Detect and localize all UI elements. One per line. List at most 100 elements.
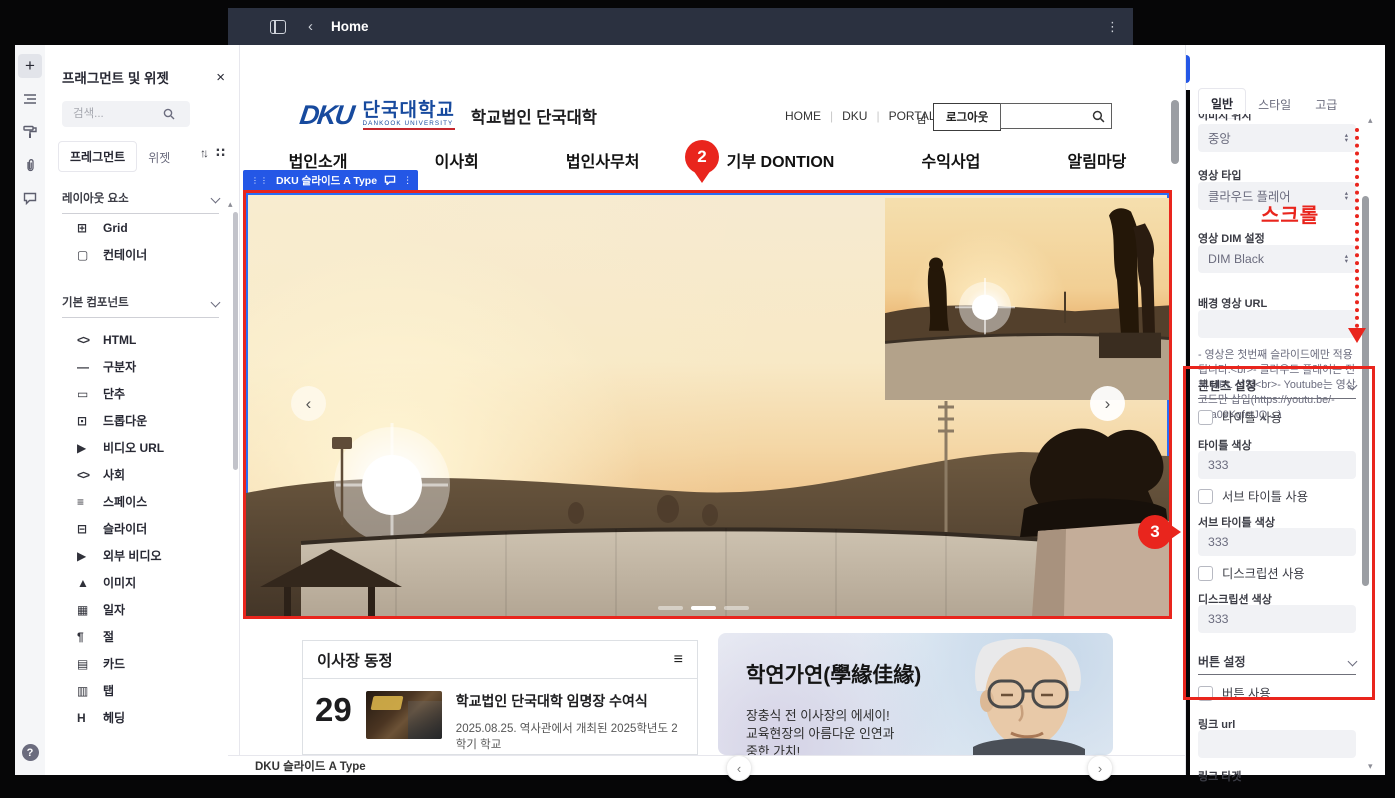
fragment-selection-tag[interactable]: ⋮⋮ DKU 슬라이드 A Type ⋮ [243, 170, 418, 190]
hamburger-icon[interactable]: ≡ [674, 651, 683, 669]
news-headline[interactable]: 학교법인 단국대학 임명장 수여식 [456, 691, 687, 711]
component-item[interactable]: <> 사회 [45, 461, 239, 488]
left-panel-scrollbar[interactable] [233, 212, 238, 470]
pagination-dash-2[interactable] [691, 606, 716, 610]
component-item[interactable]: — 구분자 [45, 353, 239, 380]
scroll-up-indicator[interactable]: ▴ [228, 200, 233, 209]
section-basic-components[interactable]: 기본 컴포넌트 [62, 294, 219, 310]
component-item[interactable]: ¶ 절 [45, 623, 239, 650]
layout-elements-list: ⊞ Grid ▢ 컨테이너 [45, 214, 239, 268]
component-item[interactable]: H 헤딩 [45, 704, 239, 731]
paint-style-icon[interactable] [18, 120, 42, 144]
search-input[interactable] [71, 107, 163, 121]
sort-icon[interactable]: ↑↓ [200, 146, 206, 160]
page-structure-icon[interactable] [18, 87, 42, 111]
slider-next-button[interactable]: › [1090, 386, 1125, 421]
grid-view-icon[interactable]: ∷ [216, 145, 225, 161]
container-icon: ▢ [77, 248, 103, 262]
component-item[interactable]: ▦ 일자 [45, 596, 239, 623]
news-date-day: 29 [315, 691, 352, 729]
stepper-icon: ▴▾ [1345, 191, 1348, 202]
close-icon[interactable]: × [216, 69, 225, 86]
component-item[interactable]: ≡ 스페이스 [45, 488, 239, 515]
component-item[interactable]: ▥ 탭 [45, 677, 239, 704]
status-breadcrumb[interactable]: DKU 슬라이드 A Type [255, 758, 366, 774]
component-item[interactable]: ▤ 카드 [45, 650, 239, 677]
site-nav-item[interactable]: 알림마당 [1068, 148, 1127, 172]
hero-slider: ‹ › [246, 193, 1169, 616]
search-icon [163, 108, 175, 120]
news-thumbnail[interactable] [366, 691, 442, 739]
site-nav-item[interactable]: 법인소개 [289, 148, 348, 172]
subtitle-color-input[interactable] [1198, 528, 1356, 556]
panel-scrollbar[interactable] [1362, 196, 1369, 586]
component-item[interactable]: <> HTML [45, 326, 239, 353]
kebab-menu-icon[interactable]: ⋮ [1106, 19, 1119, 35]
grid-icon: ⊞ [77, 221, 103, 235]
description-use-row: 디스크립션 사용 [1198, 564, 1305, 582]
pagination-dash-3[interactable] [724, 606, 749, 610]
site-nav-item[interactable]: 이사회 [435, 148, 479, 172]
content-settings-header[interactable]: 콘텐츠 설정 [1198, 377, 1356, 394]
attachment-icon[interactable] [18, 153, 42, 177]
utility-link[interactable]: HOME [785, 109, 821, 123]
comment-icon[interactable] [384, 175, 396, 185]
component-item[interactable]: ▲ 이미지 [45, 569, 239, 596]
drag-handle-icon[interactable]: ⋮⋮ [251, 176, 269, 185]
content-next-button[interactable]: › [1087, 755, 1113, 781]
content-prev-button[interactable]: ‹ [726, 755, 752, 781]
slider-pagination [654, 597, 753, 615]
paragraph-icon: ¶ [77, 630, 103, 644]
sidebar-toggle-icon[interactable] [270, 20, 286, 34]
comment-icon[interactable] [18, 186, 42, 210]
component-item[interactable]: ▶ 외부 비디오 [45, 542, 239, 569]
tab-widgets[interactable]: 위젯 [137, 143, 181, 172]
link-target-label: 링크 타겟 [1198, 768, 1356, 784]
logout-button[interactable]: 로그아웃 [933, 103, 1001, 131]
link-url-input[interactable] [1198, 730, 1356, 758]
panel-scroll-up-indicator[interactable]: ▴ [1368, 116, 1373, 125]
clipped-field-label: 이미지 위치 [1198, 114, 1356, 121]
dim-select[interactable]: DIM Black ▴▾ [1198, 245, 1356, 273]
back-chevron-icon[interactable]: ‹ [308, 18, 313, 35]
site-nav-item[interactable]: 수익사업 [921, 148, 980, 172]
site-logo[interactable]: DKU 단국대학교 DANKOOK UNIVERSITY 학교법인 단국대학 [300, 100, 597, 131]
image-position-select[interactable]: 중앙 ▴▾ [1198, 124, 1356, 152]
site-search-box[interactable] [1000, 103, 1112, 129]
title-color-input[interactable] [1198, 451, 1356, 479]
selection-status-bar: DKU 슬라이드 A Type [228, 755, 1185, 775]
subtitle-use-row: 서브 타이틀 사용 [1198, 487, 1308, 505]
site-nav-item[interactable]: 기부 DONTION [727, 148, 835, 172]
title-use-checkbox[interactable] [1198, 410, 1213, 425]
calendar-icon: ▦ [77, 603, 103, 617]
subtitle-use-checkbox[interactable] [1198, 489, 1213, 504]
section-layout-elements[interactable]: 레이아웃 요소 [62, 190, 219, 206]
panel-scroll-down-indicator[interactable]: ▾ [1368, 762, 1373, 771]
utility-link[interactable]: DKU [821, 109, 867, 123]
slider-prev-button[interactable]: ‹ [291, 386, 326, 421]
canvas-scrollbar[interactable] [1171, 100, 1179, 164]
component-item[interactable]: ⊟ 슬라이더 [45, 515, 239, 542]
help-icon[interactable]: ? [22, 744, 39, 761]
bg-video-url-input[interactable] [1198, 310, 1356, 338]
component-item[interactable]: ▶ 비디오 URL [45, 434, 239, 461]
component-item[interactable]: ⊡ 드롭다운 [45, 407, 239, 434]
description-color-input[interactable] [1198, 605, 1356, 633]
bg-video-url-label: 배경 영상 URL [1198, 295, 1356, 311]
component-item[interactable]: ▭ 단추 [45, 380, 239, 407]
button-use-checkbox[interactable] [1198, 686, 1213, 701]
description-use-checkbox[interactable] [1198, 566, 1213, 581]
stepper-icon: ▴▾ [1345, 133, 1348, 144]
essay-card[interactable]: 학연가연(學緣佳緣) 장충식 전 이사장의 에세이!교육현장의 아름다운 인연과… [718, 633, 1113, 755]
left-icon-rail: + ? [15, 45, 45, 775]
site-nav-item[interactable]: 법인사무처 [566, 148, 640, 172]
pagination-dash-1[interactable] [658, 606, 683, 610]
fragment-item[interactable]: ▢ 컨테이너 [45, 241, 239, 268]
add-fragment-icon[interactable]: + [18, 54, 42, 78]
fragment-item[interactable]: ⊞ Grid [45, 214, 239, 241]
tab-fragments[interactable]: 프레그먼트 [58, 141, 137, 172]
html-icon: <> [77, 333, 103, 347]
button-settings-header[interactable]: 버튼 설정 [1198, 653, 1356, 670]
slider-icon: ⊟ [77, 522, 103, 536]
kebab-menu-icon[interactable]: ⋮ [403, 175, 410, 186]
